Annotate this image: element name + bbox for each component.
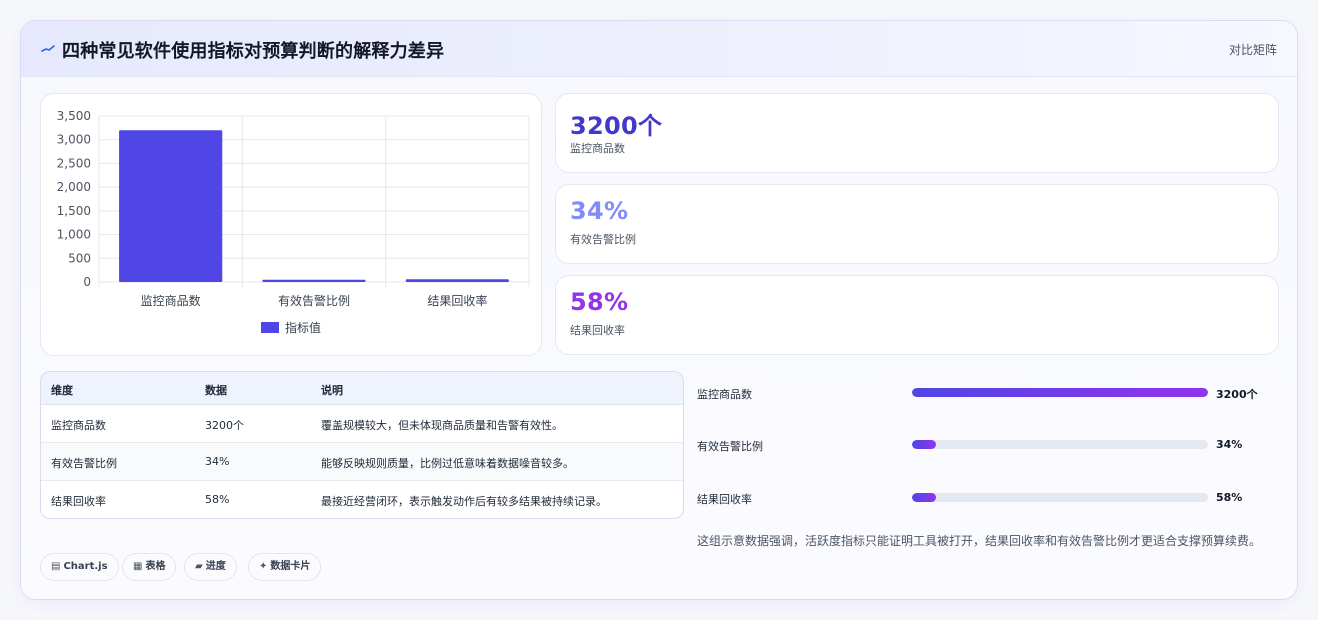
x-tick-label: 结果回收率: [427, 293, 487, 308]
progress-value: 34%: [1216, 438, 1243, 451]
y-tick-label: 2,000: [57, 180, 91, 194]
progress-fill: [912, 493, 936, 502]
progress-track: [912, 493, 1208, 502]
column-header: 数据: [205, 384, 227, 397]
kpi-card-products: 3200个 监控商品数: [555, 93, 1279, 173]
progress-fill: [912, 388, 1208, 397]
chart-icon: ▤: [51, 561, 61, 572]
progress-value: 3200个: [1216, 388, 1258, 401]
y-tick-label: 1,000: [57, 228, 91, 242]
column-header: 维度: [51, 384, 73, 397]
legend-label: 指标值: [285, 320, 321, 335]
table-cell: 能够反映规则质量，比例过低意味着数据噪音较多。: [321, 457, 574, 470]
column-header: 说明: [321, 384, 343, 397]
kpi-card-recovery: 58% 结果回收率: [555, 275, 1279, 355]
card-header: 四种常见软件使用指标对预算判断的解释力差异 对比矩阵: [21, 21, 1297, 77]
progress-track: [912, 440, 1208, 449]
kpi-card-alert-ratio: 34% 有效告警比例: [555, 184, 1279, 264]
y-tick-label: 500: [68, 251, 91, 265]
y-tick-label: 0: [83, 275, 91, 289]
comparison-card: 四种常见软件使用指标对预算判断的解释力差异 对比矩阵 0 500 1,000 1,50…: [20, 20, 1298, 600]
table-cell: 结果回收率: [51, 495, 106, 508]
sparkle-icon: ✦: [259, 561, 268, 572]
legend-swatch: [261, 322, 279, 333]
kpi-value: 3200个: [570, 112, 663, 140]
chip-chartjs[interactable]: ▤ Chart.js: [40, 553, 119, 581]
table-cell: 3200个: [205, 419, 244, 432]
table-cell: 34%: [205, 455, 230, 468]
progress-value: 58%: [1216, 491, 1243, 504]
kpi-label: 监控商品数: [570, 142, 625, 155]
y-tick-label: 1,500: [57, 204, 91, 218]
bar: [405, 279, 509, 282]
progress-label: 结果回收率: [697, 493, 752, 506]
data-table: 维度 数据 说明 监控商品数 3200个 覆盖规模较大，但未体现商品质量和告警有…: [40, 371, 684, 519]
progress-label: 监控商品数: [697, 388, 752, 401]
table-cell: 有效告警比例: [51, 457, 117, 470]
table-icon: ▦: [133, 561, 143, 572]
progress-fill: [912, 440, 936, 449]
kpi-value: 34%: [570, 197, 629, 225]
bar: [262, 279, 366, 282]
header-tag: 对比矩阵: [1228, 43, 1277, 57]
kpi-value: 58%: [570, 288, 629, 316]
table-row: 结果回收率 58% 最接近经营闭环，表示触发动作后有较多结果被持续记录。: [41, 481, 683, 518]
table-cell: 覆盖规模较大，但未体现商品质量和告警有效性。: [321, 419, 563, 432]
table-cell: 监控商品数: [51, 419, 106, 432]
summary-note: 这组示意数据强调，活跃度指标只能证明工具被打开，结果回收率和有效告警比例才更适合…: [697, 534, 1262, 548]
y-tick-label: 3,000: [57, 133, 91, 147]
table-row: 有效告警比例 34% 能够反映规则质量，比例过低意味着数据噪音较多。: [41, 443, 683, 481]
sparkline-icon: [41, 45, 55, 52]
kpi-label: 有效告警比例: [570, 233, 636, 246]
progress-label: 有效告警比例: [697, 440, 763, 453]
kpi-label: 结果回收率: [570, 324, 625, 337]
chip-data-cards[interactable]: ✦ 数据卡片: [248, 553, 322, 581]
progress-icon: ▰: [195, 561, 203, 572]
y-tick-label: 3,500: [57, 109, 91, 123]
table-cell: 58%: [205, 493, 230, 506]
page-title: 四种常见软件使用指标对预算判断的解释力差异: [62, 41, 445, 62]
table-header: 维度 数据 说明: [41, 372, 683, 405]
bar-chart-panel: 0 500 1,000 1,500 2,000 2,500 3,000 3,500 监控商品数 有…: [40, 93, 542, 356]
chip-table[interactable]: ▦ 表格: [122, 553, 177, 581]
bar-chart: 0 500 1,000 1,500 2,000 2,500 3,000 3,500 监控商品数 有…: [57, 109, 530, 335]
table-cell: 最接近经营闭环，表示触发动作后有较多结果被持续记录。: [321, 495, 607, 508]
bar: [119, 130, 223, 282]
table-row: 监控商品数 3200个 覆盖规模较大，但未体现商品质量和告警有效性。: [41, 405, 683, 443]
y-tick-label: 2,500: [57, 156, 91, 170]
progress-track: [912, 388, 1208, 397]
x-tick-label: 监控商品数: [141, 293, 201, 308]
x-tick-label: 有效告警比例: [278, 293, 350, 308]
chip-progress[interactable]: ▰ 进度: [184, 553, 237, 581]
